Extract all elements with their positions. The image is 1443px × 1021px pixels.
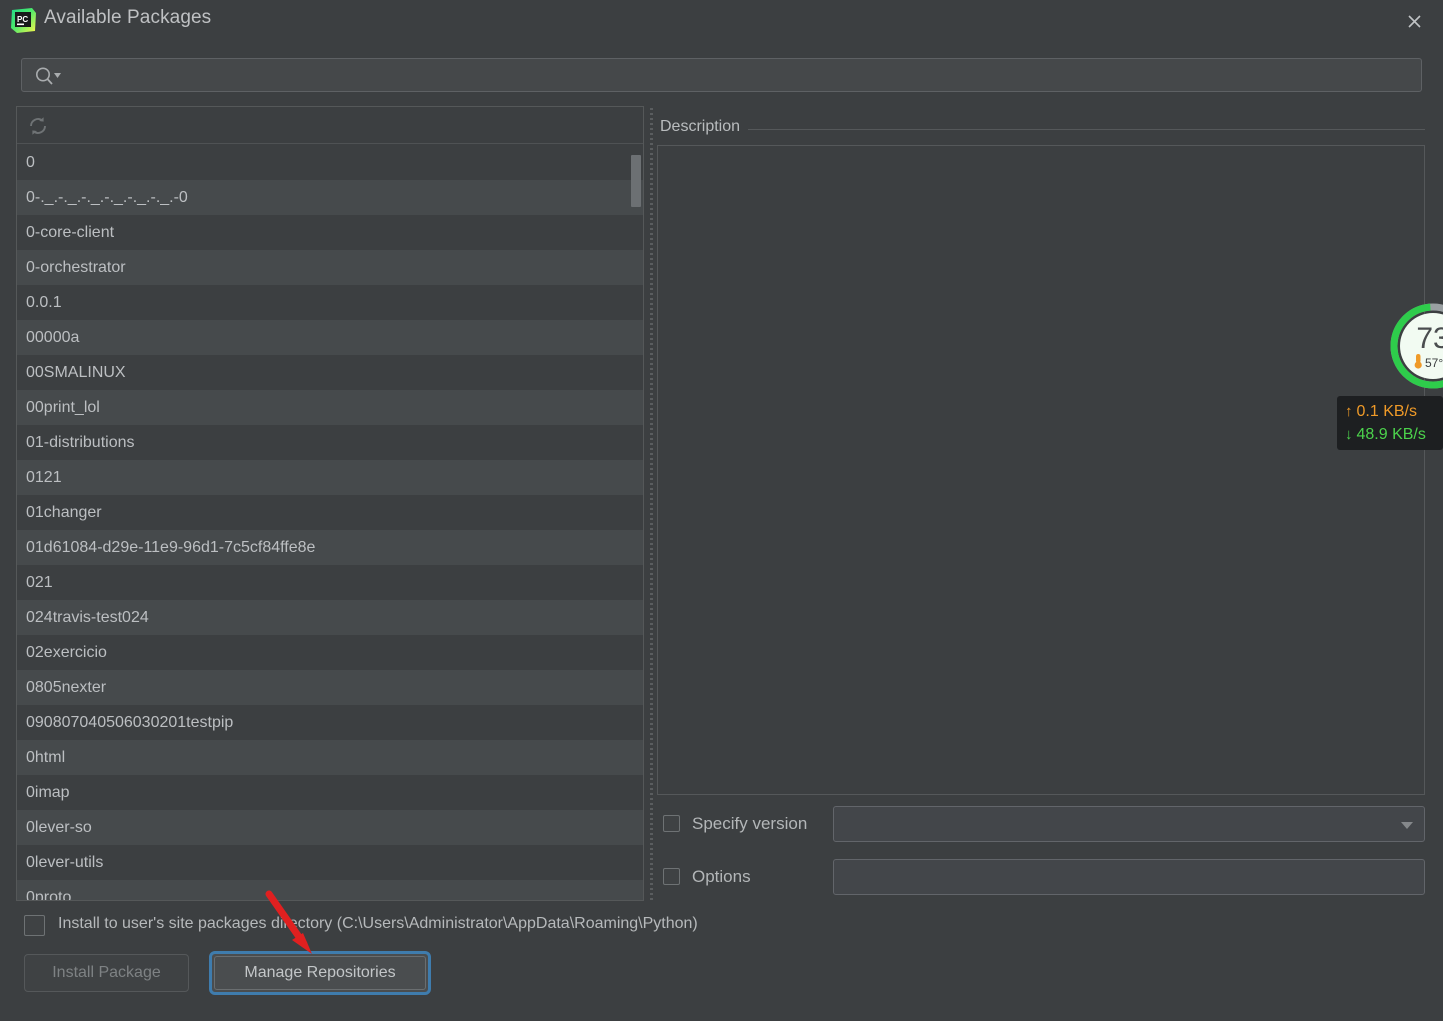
- package-row[interactable]: 00print_lol: [17, 390, 643, 425]
- title-bar: PC Available Packages: [0, 0, 1443, 41]
- package-row[interactable]: 0-orchestrator: [17, 250, 643, 285]
- package-row[interactable]: 090807040506030201testpip: [17, 705, 643, 740]
- package-row[interactable]: 0html: [17, 740, 643, 775]
- package-list-header: [17, 107, 643, 144]
- package-list-scrollbar[interactable]: [631, 147, 641, 891]
- package-row[interactable]: 0lever-so: [17, 810, 643, 845]
- chevron-down-icon[interactable]: [1401, 822, 1413, 829]
- package-row[interactable]: 02exercicio: [17, 635, 643, 670]
- package-row[interactable]: 024travis-test024: [17, 600, 643, 635]
- specify-version-label: Specify version: [692, 814, 808, 833]
- options-label: Options: [692, 867, 751, 886]
- package-row[interactable]: 00SMALINUX: [17, 355, 643, 390]
- options-row: Options: [663, 859, 1425, 895]
- specify-version-row: Specify version: [663, 806, 1425, 842]
- manage-repositories-button[interactable]: Manage Repositories: [209, 951, 431, 995]
- specify-version-checkbox[interactable]: [663, 815, 680, 832]
- options-textfield[interactable]: [833, 859, 1425, 895]
- search-icon[interactable]: [34, 66, 64, 86]
- description-label: Description: [660, 118, 749, 136]
- package-row[interactable]: 0.0.1: [17, 285, 643, 320]
- download-speed-value: 48.9 KB/s: [1356, 426, 1426, 443]
- package-row[interactable]: 01-distributions: [17, 425, 643, 460]
- arrow-down-icon: ↓: [1345, 426, 1353, 443]
- package-row[interactable]: 0: [17, 145, 643, 180]
- package-row[interactable]: 00000a: [17, 320, 643, 355]
- upload-speed-line: ↑ 0.1 KB/s: [1345, 400, 1443, 423]
- install-site-checkbox[interactable]: [24, 915, 45, 936]
- network-speed-tooltip: ↑ 0.1 KB/s ↓ 48.9 KB/s: [1337, 396, 1443, 450]
- close-icon[interactable]: [1399, 6, 1429, 36]
- package-row[interactable]: 021: [17, 565, 643, 600]
- package-row[interactable]: 0lever-utils: [17, 845, 643, 880]
- package-row[interactable]: 0121: [17, 460, 643, 495]
- upload-speed-value: 0.1 KB/s: [1356, 403, 1417, 420]
- package-row[interactable]: 0805nexter: [17, 670, 643, 705]
- package-row[interactable]: 0imap: [17, 775, 643, 810]
- package-row[interactable]: 0proto: [17, 880, 643, 900]
- search-input[interactable]: [68, 59, 1413, 91]
- package-row[interactable]: 01changer: [17, 495, 643, 530]
- scrollbar-thumb[interactable]: [631, 155, 641, 207]
- gauge-value-text: 73: [1416, 322, 1443, 355]
- window-title: Available Packages: [44, 7, 212, 28]
- refresh-icon[interactable]: [27, 115, 49, 137]
- package-rows[interactable]: 0 0-._.-._.-._.-._.-._.-._.-0 0-core-clien…: [17, 145, 643, 900]
- package-row[interactable]: 0-._.-._.-._.-._.-._.-._.-0: [17, 180, 643, 215]
- install-package-button[interactable]: Install Package: [24, 954, 189, 992]
- package-row[interactable]: 0-core-client: [17, 215, 643, 250]
- description-box: [657, 145, 1425, 795]
- version-combobox[interactable]: [833, 806, 1425, 842]
- arrow-up-icon: ↑: [1345, 403, 1353, 420]
- svg-text:PC: PC: [17, 15, 28, 24]
- install-site-label: Install to user's site packages director…: [58, 915, 698, 932]
- gauge-temp-text: 57°: [1425, 356, 1443, 370]
- system-gauge-widget: 73 57°: [1389, 302, 1443, 390]
- panel-splitter[interactable]: [648, 108, 655, 900]
- manage-repositories-label: Manage Repositories: [214, 956, 426, 990]
- description-rule: [660, 129, 1425, 130]
- package-row[interactable]: 01d61084-d29e-11e9-96d1-7c5cf84ffe8e: [17, 530, 643, 565]
- options-checkbox[interactable]: [663, 868, 680, 885]
- search-box[interactable]: [21, 58, 1422, 92]
- pycharm-logo: PC: [10, 7, 37, 34]
- options-input[interactable]: [834, 860, 1424, 894]
- package-list-panel: 0 0-._.-._.-._.-._.-._.-._.-0 0-core-clien…: [16, 106, 644, 901]
- download-speed-line: ↓ 48.9 KB/s: [1345, 423, 1443, 446]
